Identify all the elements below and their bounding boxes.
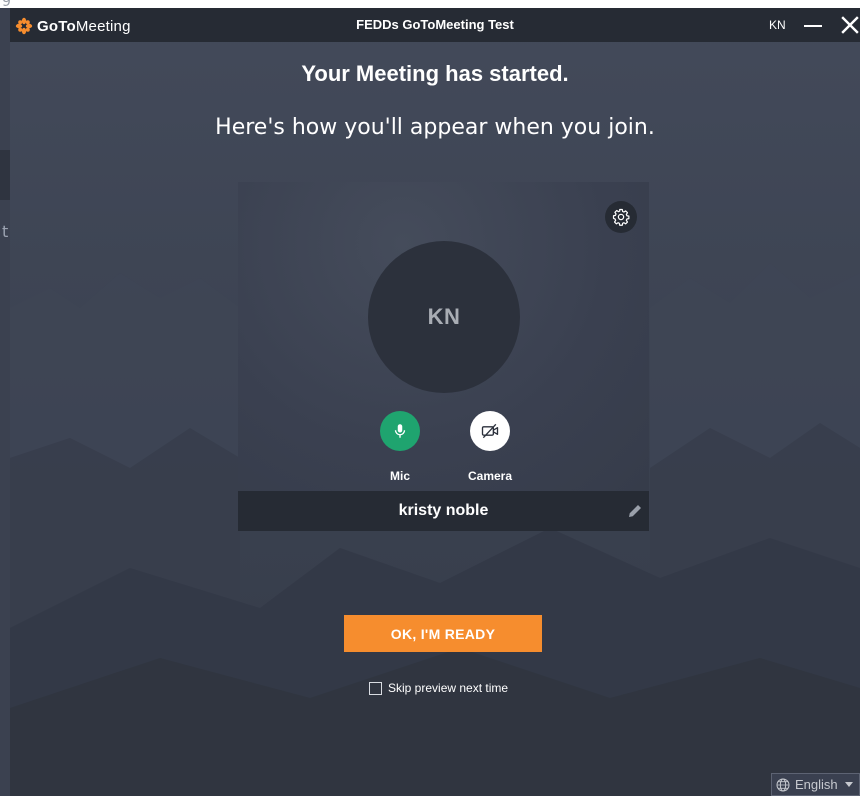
page-subtitle: Here's how you'll appear when you join.: [215, 115, 655, 140]
mic-label: Mic: [389, 469, 410, 483]
minimize-button[interactable]: [802, 16, 824, 34]
language-select[interactable]: English: [771, 773, 860, 796]
skip-preview-label: Skip preview next time: [388, 681, 509, 695]
avatar: KN: [368, 241, 520, 393]
mic-toggle-button[interactable]: [380, 411, 420, 451]
edit-name-button[interactable]: [626, 502, 644, 520]
camera-off-icon: [481, 423, 499, 439]
gotomeeting-window: GoToMeeting FEDDs GoToMeeting Test KN Yo…: [10, 8, 860, 796]
display-name: kristy noble: [398, 502, 489, 519]
skip-preview-checkbox[interactable]: [369, 681, 382, 695]
camera-label: Camera: [467, 469, 513, 483]
display-name-bar: kristy noble: [238, 491, 649, 531]
user-initials[interactable]: KN: [769, 18, 786, 32]
skip-preview-option[interactable]: Skip preview next time: [369, 680, 508, 696]
close-icon: [841, 16, 859, 34]
audio-video-settings-button[interactable]: [605, 201, 637, 233]
desktop-left-fragment: t: [2, 222, 9, 241]
microphone-icon: [394, 424, 406, 438]
chevron-down-icon: [844, 782, 853, 787]
window-title: FEDDs GoToMeeting Test: [356, 17, 514, 32]
desktop-left-edge-accent: [0, 150, 10, 200]
desktop-left-edge: [0, 8, 10, 796]
avatar-initials: KN: [427, 304, 461, 329]
close-button[interactable]: [838, 13, 860, 37]
video-preview-card: KN Mic Camera kristy noble: [238, 182, 649, 531]
pencil-icon: [629, 505, 641, 517]
language-value: English: [795, 777, 838, 792]
page-title: Your Meeting has started.: [301, 61, 569, 86]
gear-icon: [612, 208, 630, 226]
ok-im-ready-button[interactable]: OK, I'M READY: [344, 615, 542, 652]
camera-toggle-button[interactable]: [470, 411, 510, 451]
globe-icon: [776, 778, 790, 791]
title-bar: GoToMeeting FEDDs GoToMeeting Test KN: [10, 8, 860, 42]
desktop-strip: [0, 0, 860, 8]
